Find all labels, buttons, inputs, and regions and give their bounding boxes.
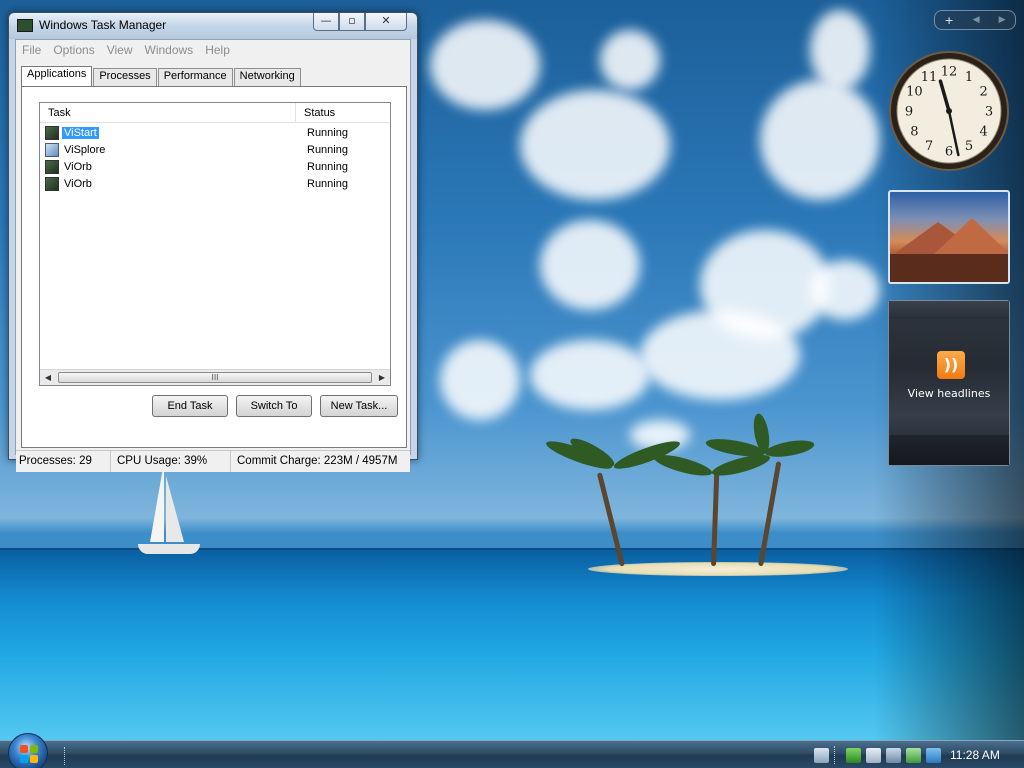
commit-charge: Commit Charge: 223M / 4957M (237, 455, 398, 467)
taskbar-clock[interactable]: 11:28 AM (950, 748, 1000, 762)
sidebar-toolbar: + ◀ ▶ (934, 10, 1016, 30)
taskbar-grip[interactable] (64, 747, 66, 765)
view-headlines-link[interactable]: View headlines (889, 387, 1009, 400)
notification-area: 11:28 AM (814, 741, 1024, 768)
process-count: Processes: 29 (16, 451, 111, 472)
task-name: ViOrb (64, 177, 92, 190)
app-icon (45, 159, 59, 174)
task-status: Running (307, 126, 348, 139)
clock-numeral: 3 (985, 105, 993, 120)
clock-numeral: 10 (906, 85, 923, 100)
switch-to-button[interactable]: Switch To (236, 395, 312, 417)
clock-numeral: 8 (910, 125, 918, 140)
app-icon (45, 125, 59, 140)
clock-numeral: 11 (921, 70, 938, 85)
task-row[interactable]: ViStart Running (40, 124, 390, 141)
task-list-header: Task Status (40, 103, 390, 123)
new-task-button[interactable]: New Task... (320, 395, 398, 417)
add-gadget-icon[interactable]: + (944, 14, 953, 27)
applications-panel: Task Status ViStart Running ViSplore Run… (21, 86, 407, 448)
tab-applications[interactable]: Applications (21, 66, 93, 87)
sea (0, 550, 1024, 740)
task-row[interactable]: ViSplore Running (40, 141, 390, 158)
title-bar[interactable]: Windows Task Manager — ▫ ✕ (9, 13, 417, 39)
clock-numeral: 12 (941, 65, 958, 80)
menu-options[interactable]: Options (47, 40, 100, 60)
app-icon (45, 176, 59, 191)
scroll-right-arrow-icon[interactable]: ▶ (374, 370, 390, 385)
task-name: ViSplore (64, 143, 106, 156)
status-bar: Processes: 29 CPU Usage: 39% Commit Char… (16, 450, 410, 472)
task-manager-window[interactable]: Windows Task Manager — ▫ ✕ File Options … (8, 12, 418, 472)
task-manager-icon (17, 19, 33, 32)
end-task-button[interactable]: End Task (152, 395, 228, 417)
start-button[interactable] (8, 733, 48, 768)
tab-performance[interactable]: Performance (157, 68, 233, 86)
network-icon[interactable] (886, 747, 901, 763)
scroll-left-arrow-icon[interactable]: ◀ (40, 370, 56, 385)
column-header-status[interactable]: Status (296, 103, 390, 123)
security-shield-icon[interactable] (846, 747, 861, 763)
column-header-task[interactable]: Task (40, 103, 296, 123)
keyboard-icon[interactable] (814, 747, 829, 763)
taskbar: 11:28 AM (0, 733, 1024, 768)
task-row[interactable]: ViOrb Running (40, 158, 390, 175)
clock-numeral: 6 (945, 145, 953, 160)
task-status: Running (307, 160, 348, 173)
menu-file[interactable]: File (16, 40, 47, 60)
menu-help[interactable]: Help (199, 40, 236, 60)
next-page-icon[interactable]: ▶ (999, 15, 1006, 25)
task-name: ViStart (62, 126, 99, 139)
slideshow-gadget[interactable] (888, 190, 1010, 284)
clock-numeral: 7 (925, 139, 933, 154)
close-button[interactable]: ✕ (365, 13, 407, 31)
tab-networking[interactable]: Networking (233, 68, 301, 86)
sailboat (150, 462, 164, 542)
clock-numeral: 5 (965, 139, 973, 154)
menu-bar: File Options View Windows Help (16, 40, 410, 60)
scroll-thumb[interactable]: III (58, 372, 372, 383)
clock-numeral: 4 (979, 125, 987, 140)
display-icon[interactable] (906, 747, 921, 763)
window-title: Windows Task Manager (39, 18, 167, 32)
clock-numeral: 9 (905, 105, 913, 120)
language-icon[interactable] (926, 747, 941, 763)
task-name: ViOrb (64, 160, 92, 173)
tab-processes[interactable]: Processes (93, 68, 157, 86)
cpu-usage: CPU Usage: 39% (111, 451, 231, 472)
speaker-icon[interactable] (866, 747, 881, 763)
window-client-area: File Options View Windows Help Applicati… (15, 39, 411, 472)
minimize-button[interactable]: — (313, 13, 339, 31)
maximize-button[interactable]: ▫ (339, 13, 365, 31)
task-row[interactable]: ViOrb Running (40, 175, 390, 192)
feed-headlines-gadget[interactable]: )) View headlines (888, 300, 1010, 466)
menu-view[interactable]: View (101, 40, 139, 60)
tab-strip: Applications Processes Performance Netwo… (21, 66, 302, 87)
horizontal-scrollbar[interactable]: ◀ III ▶ (40, 369, 390, 385)
island (588, 562, 848, 576)
task-status: Running (307, 143, 348, 156)
windows-logo-icon (20, 745, 38, 763)
menu-windows[interactable]: Windows (139, 40, 200, 60)
explorer-icon (45, 142, 59, 157)
clock-gadget[interactable]: 12 12 3 45678 9 1011 (888, 50, 1010, 172)
rss-feed-icon: )) (937, 351, 965, 379)
clock-numeral: 2 (979, 85, 987, 100)
task-status: Running (307, 177, 348, 190)
task-list[interactable]: Task Status ViStart Running ViSplore Run… (39, 102, 391, 386)
clock-numeral: 1 (965, 70, 973, 85)
previous-page-icon[interactable]: ◀ (973, 15, 980, 25)
